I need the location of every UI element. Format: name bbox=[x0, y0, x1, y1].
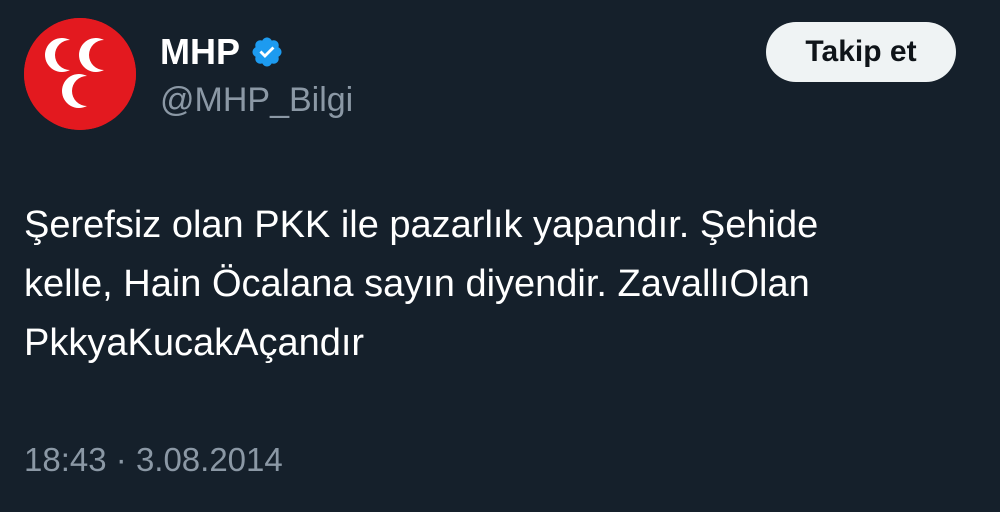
tweet-time: 18:43 bbox=[24, 441, 107, 478]
tweet-date: 3.08.2014 bbox=[135, 441, 283, 478]
tweet-text: Şerefsiz olan PKK ile pazarlık yapandır.… bbox=[24, 204, 819, 364]
author-display-name[interactable]: MHP bbox=[160, 30, 240, 74]
mhp-logo-icon bbox=[24, 18, 136, 130]
author-handle[interactable]: @MHP_Bilgi bbox=[160, 78, 353, 122]
author-name-row: MHP bbox=[160, 30, 284, 74]
meta-separator: · bbox=[115, 441, 127, 478]
tweet-timestamp[interactable]: 18:43 · 3.08.2014 bbox=[24, 438, 283, 482]
verified-badge-icon bbox=[250, 35, 284, 69]
tweet-card: MHP @MHP_Bilgi Takip et Şerefsiz olan PK… bbox=[0, 0, 1000, 512]
follow-button[interactable]: Takip et bbox=[766, 22, 956, 82]
avatar[interactable] bbox=[24, 18, 136, 130]
